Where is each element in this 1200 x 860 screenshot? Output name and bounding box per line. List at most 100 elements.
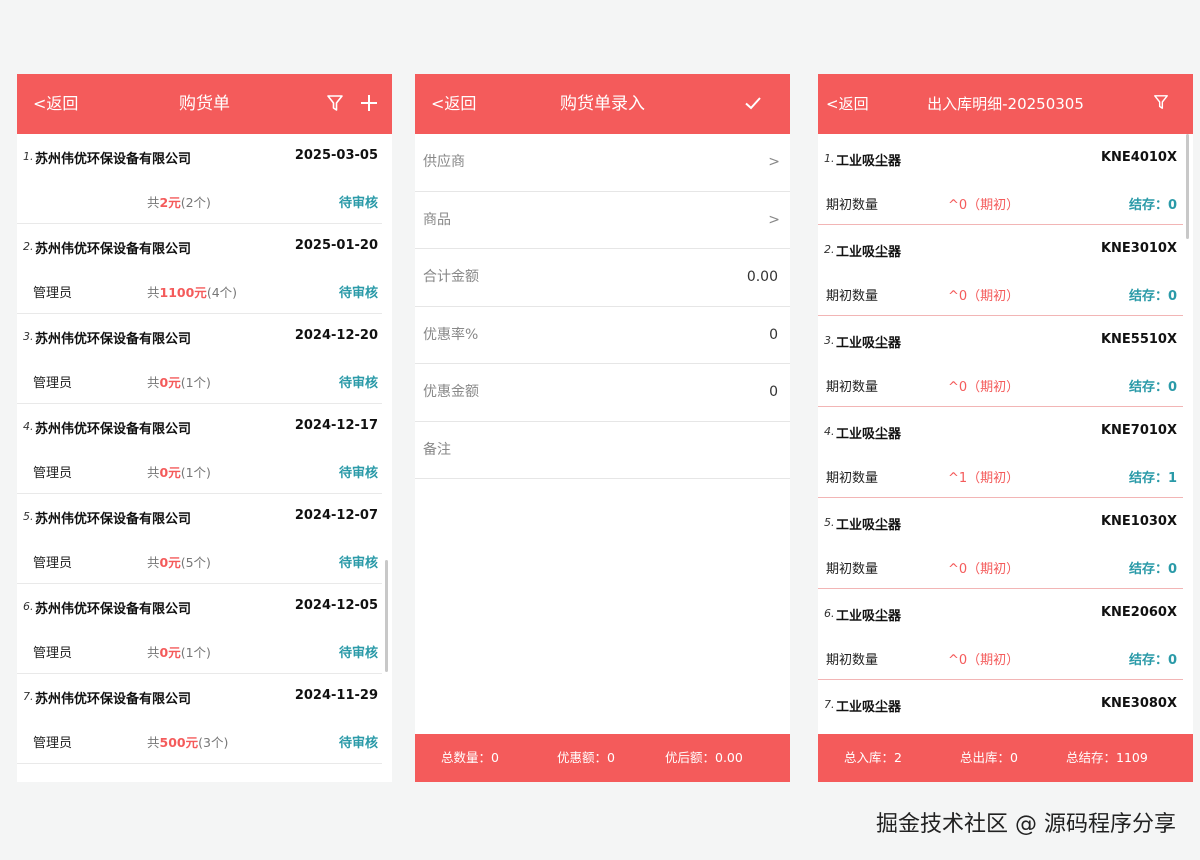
sum-prefix: 共 [147,645,160,660]
sum-prefix: 共 [147,195,160,210]
form-row[interactable]: 供应商 > [415,134,790,192]
list-item[interactable]: 2. 工业吸尘器 KNE3010X 期初数量 ^0（期初） 结存：0 [818,225,1183,316]
back-button[interactable]: <返回 [826,74,869,134]
initial-quantity: ^0（期初） [948,380,1020,395]
total-stock: 总结存：1109 [1066,750,1148,765]
filter-icon[interactable] [1153,94,1173,114]
product-code: KNE7010X [1100,423,1177,438]
order-summary: 共2元(2个) [147,192,211,211]
order-summary: 共0元(1个) [147,642,211,661]
plus-icon[interactable] [360,94,380,114]
order-list: 1. 苏州伟优环保设备有限公司 2025-03-05 共2元(2个) 待审核 2. 苏州伟优… [17,134,392,782]
item-number: 6. [824,607,835,620]
order-summary: 共1100元(4个) [147,282,237,301]
product-name: 工业吸尘器 [836,427,902,442]
item-number: 4. [824,425,835,438]
chevron-right-icon: > [768,211,780,228]
order-summary: 共0元(5个) [147,552,211,571]
field-value[interactable]: 0.00 [747,249,778,306]
page-title: 出入库明细-20250305 [927,95,1084,113]
list-item[interactable]: 1. 苏州伟优环保设备有限公司 2025-03-05 共2元(2个) 待审核 [17,134,382,224]
list-item[interactable]: 3. 苏州伟优环保设备有限公司 2024-12-20 管理员 共0元(1个) 待审核 [17,314,382,404]
field-label: 供应商 [423,154,465,170]
operator: 管理员 [33,646,73,661]
item-number: 4. [23,420,34,433]
field-value[interactable]: 0 [769,364,778,421]
form-row[interactable]: 商品 > [415,192,790,249]
stock-list: 1. 工业吸尘器 KNE4010X 期初数量 ^0（期初） 结存：0 2. 工业吸尘器 KNE3… [818,134,1193,734]
list-item[interactable]: 3. 工业吸尘器 KNE5510X 期初数量 ^0（期初） 结存：0 [818,316,1183,407]
item-count: (5个) [180,555,211,570]
order-amount: 0元 [159,375,181,390]
sum-prefix: 共 [147,285,160,300]
order-date: 2024-12-05 [294,598,378,613]
order-date: 2024-12-17 [294,418,378,433]
sum-prefix: 共 [147,555,160,570]
form-row[interactable]: 优惠率% 0 [415,307,790,364]
operator: 管理员 [33,556,73,571]
form-row[interactable]: 备注 [415,422,790,479]
total-quantity: 总数量：0 [441,750,499,765]
back-button[interactable]: <返回 [431,74,476,134]
item-number: 3. [824,334,835,347]
status-badge: 待审核 [338,466,378,481]
stock-detail-panel: <返回 出入库明细-20250305 1. 工业吸尘器 KNE4010X 期初数量 ^0… [818,74,1193,782]
stock-balance: 结存：1 [1128,471,1177,486]
supplier-name: 苏州伟优环保设备有限公司 [35,512,192,527]
item-count: (1个) [180,645,211,660]
list-item[interactable]: 7. 工业吸尘器 KNE3080X [818,680,1183,734]
header: <返回 出入库明细-20250305 [818,74,1193,134]
list-item[interactable]: 4. 工业吸尘器 KNE7010X 期初数量 ^1（期初） 结存：1 [818,407,1183,498]
item-count: (2个) [180,195,211,210]
list-item[interactable]: 1. 工业吸尘器 KNE4010X 期初数量 ^0（期初） 结存：0 [818,134,1183,225]
scrollbar[interactable] [1186,134,1189,239]
stock-balance: 结存：0 [1128,653,1177,668]
order-date: 2025-03-05 [294,148,378,163]
product-code: KNE3010X [1100,241,1177,256]
list-item[interactable]: 5. 工业吸尘器 KNE1030X 期初数量 ^0（期初） 结存：0 [818,498,1183,589]
stock-balance: 结存：0 [1128,562,1177,577]
form-row[interactable]: 合计金额 0.00 [415,249,790,307]
supplier-name: 苏州伟优环保设备有限公司 [35,422,192,437]
product-code: KNE1030X [1100,514,1177,529]
scrollbar[interactable] [385,560,388,672]
item-number: 1. [23,150,34,163]
status-badge: 待审核 [338,286,378,301]
field-value[interactable]: 0 [769,307,778,364]
status-badge: 待审核 [338,196,378,211]
product-name: 工业吸尘器 [836,609,902,624]
product-code: KNE4010X [1100,150,1177,165]
product-name: 工业吸尘器 [836,518,902,533]
order-amount: 0元 [159,465,181,480]
initial-quantity: ^0（期初） [948,198,1020,213]
supplier-name: 苏州伟优环保设备有限公司 [35,692,192,707]
field-label: 合计金额 [423,269,479,285]
back-button[interactable]: <返回 [33,74,78,134]
product-code: KNE5510X [1100,332,1177,347]
list-item[interactable]: 6. 工业吸尘器 KNE2060X 期初数量 ^0（期初） 结存：0 [818,589,1183,680]
total-out: 总出库：0 [960,750,1018,765]
item-count: (1个) [180,465,211,480]
order-date: 2025-01-20 [294,238,378,253]
list-item[interactable]: 7. 苏州伟优环保设备有限公司 2024-11-29 管理员 共500元(3个) 待审核 [17,674,382,764]
list-item[interactable]: 2. 苏州伟优环保设备有限公司 2025-01-20 管理员 共1100元(4个) 待审核 [17,224,382,314]
form-row[interactable]: 优惠金额 0 [415,364,790,422]
list-item[interactable]: 5. 苏州伟优环保设备有限公司 2024-12-07 管理员 共0元(5个) 待审核 [17,494,382,584]
status-badge: 待审核 [338,736,378,751]
header: <返回 购货单 [17,74,392,134]
initial-label: 期初数量 [826,653,879,668]
filter-icon[interactable] [326,94,346,114]
item-number: 7. [824,698,835,711]
item-number: 2. [23,240,34,253]
supplier-name: 苏州伟优环保设备有限公司 [35,152,192,167]
list-item[interactable]: 4. 苏州伟优环保设备有限公司 2024-12-17 管理员 共0元(1个) 待审核 [17,404,382,494]
product-code: KNE3080X [1100,696,1177,711]
field-label: 优惠金额 [423,384,479,400]
check-icon[interactable] [744,94,764,114]
sum-prefix: 共 [147,375,160,390]
item-count: (4个) [206,285,238,300]
supplier-name: 苏州伟优环保设备有限公司 [35,332,192,347]
order-summary: 共500元(3个) [147,732,228,751]
supplier-name: 苏州伟优环保设备有限公司 [35,602,192,617]
list-item[interactable]: 6. 苏州伟优环保设备有限公司 2024-12-05 管理员 共0元(1个) 待审核 [17,584,382,674]
